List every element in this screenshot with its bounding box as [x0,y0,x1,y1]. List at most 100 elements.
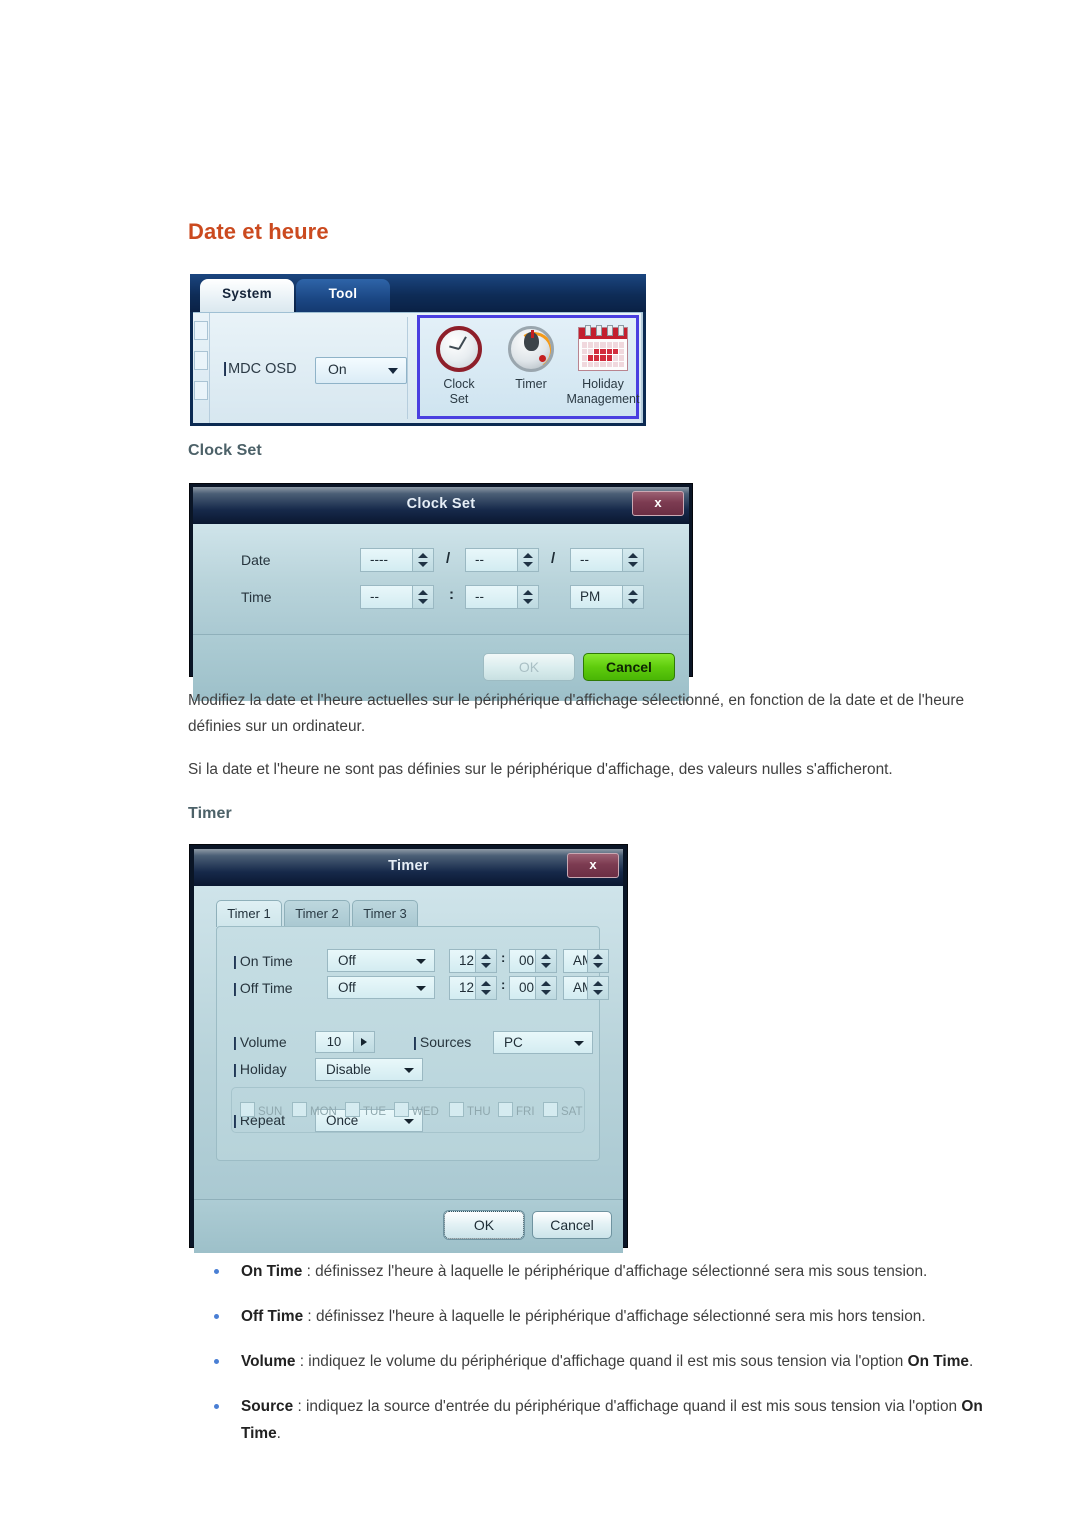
feature-bullet-list: On Time : définissez l'heure à laquelle … [188,1258,1008,1465]
close-icon[interactable]: x [632,491,684,516]
tab-timer-3[interactable]: Timer 3 [352,900,418,927]
off-time-minute-spinner[interactable]: 00 [509,976,557,1000]
checkbox-sat[interactable]: SAT [543,1102,583,1118]
system-tab-bar: System Tool [190,274,646,312]
date-day-spinner[interactable]: -- [570,548,644,572]
volume-label: | Volume [233,1034,287,1050]
on-time-label-text: On Time [239,953,293,969]
time-separator: : [449,586,454,603]
bullet-term: Source [241,1398,294,1415]
chevron-down-icon [388,368,398,374]
sources-dropdown[interactable]: PC [493,1031,593,1054]
clock-set-dialog: Clock Set x Date ---- / -- / -- Time -- … [190,484,692,701]
on-time-meridiem-stepper[interactable] [587,950,608,972]
off-time-minute-stepper[interactable] [535,977,556,999]
tab-timer-1[interactable]: Timer 1 [216,900,282,927]
calendar-icon [566,322,640,376]
timer-cancel-button[interactable]: Cancel [532,1211,612,1239]
date-day-value: -- [580,552,589,567]
date-month-stepper[interactable] [517,549,538,571]
holiday-label-line2: Management [566,392,640,406]
date-year-stepper[interactable] [412,549,433,571]
time-hour-spinner[interactable]: -- [360,585,434,609]
mdc-osd-dropdown[interactable]: On [315,357,407,384]
on-time-meridiem-spinner[interactable]: AM [563,949,609,973]
time-meridiem-stepper[interactable] [622,586,643,608]
bullet-term: Volume [241,1353,296,1370]
time-minute-stepper[interactable] [517,586,538,608]
section-title-clock-set: Clock Set [188,442,262,459]
bullet-tail: . [968,1353,974,1370]
paragraph-clock-description: Modifiez la date et l'heure actuelles su… [188,692,965,735]
off-time-minute-value: 00 [519,980,535,995]
on-time-minute-spinner[interactable]: 00 [509,949,557,973]
on-time-hour-spinner[interactable]: 12 [449,949,497,973]
timer-footer: OK Cancel [194,1199,623,1253]
checkbox-tue[interactable]: TUE [345,1102,386,1118]
checkbox-mon[interactable]: MON [292,1102,337,1118]
checkbox-tue-label: TUE [363,1106,386,1118]
tab-timer-2[interactable]: Timer 2 [284,900,350,927]
date-day-stepper[interactable] [622,549,643,571]
bullet-icon [214,1314,219,1319]
mdc-osd-value: On [328,361,347,377]
system-tab-body: |MDC OSD On Clock Set Timer Holiday Mana… [193,312,643,423]
date-row-label: Date [241,552,271,568]
sources-value: PC [504,1035,523,1050]
close-icon[interactable]: x [567,853,619,878]
volume-increase-button[interactable] [353,1032,374,1052]
checkbox-fri-label: FRI [516,1106,535,1118]
icon-button-clock-set[interactable]: Clock Set [424,322,494,406]
on-time-mode-dropdown[interactable]: Off [327,949,435,972]
time-hour-stepper[interactable] [412,586,433,608]
time-meridiem-spinner[interactable]: PM [570,585,644,609]
checkbox-box [345,1102,360,1117]
date-year-spinner[interactable]: ---- [360,548,434,572]
timer-titlebar: Timer x [194,849,623,886]
chevron-down-icon [416,959,426,964]
system-left-rail [193,313,210,423]
checkbox-thu[interactable]: THU [449,1102,491,1118]
checkbox-wed[interactable]: WED [394,1102,439,1118]
volume-label-text: Volume [239,1034,287,1050]
off-time-hour-stepper[interactable] [475,977,496,999]
off-time-mode-dropdown[interactable]: Off [327,976,435,999]
on-time-separator: : [501,950,506,965]
checkbox-sun[interactable]: SUN [240,1102,282,1118]
icon-button-timer[interactable]: Timer [496,322,566,391]
tab-tool[interactable]: Tool [296,279,390,312]
timer-dialog: Timer x Timer 1 Timer 2 Timer 3 | On Time… [190,845,627,1253]
document-page: Date et heure System Tool |MDC OSD On Cl… [0,0,1080,1527]
off-time-hour-spinner[interactable]: 12 [449,976,497,1000]
on-time-minute-stepper[interactable] [535,950,556,972]
volume-value: 10 [326,1034,342,1049]
icon-button-holiday-management[interactable]: Holiday Management [566,322,640,406]
timer-ok-button[interactable]: OK [443,1210,525,1240]
holiday-label: | Holiday [233,1061,287,1077]
list-item: Source : indiquez la source d'entrée du … [188,1393,1008,1447]
time-minute-value: -- [475,589,484,604]
off-time-meridiem-spinner[interactable]: AM [563,976,609,1000]
holiday-dropdown[interactable]: Disable [315,1058,423,1081]
checkbox-fri[interactable]: FRI [498,1102,535,1118]
clock-cancel-button[interactable]: Cancel [583,653,675,681]
rail-stub-2 [194,351,208,370]
bullet-text: : définissez l'heure à laquelle le périp… [303,1308,926,1325]
chevron-down-icon [416,986,426,991]
section-title-timer: Timer [188,805,232,822]
tab-system[interactable]: System [200,279,294,312]
date-separator-2: / [551,550,556,567]
timer-body: Timer 1 Timer 2 Timer 3 | On Time Off 12 … [194,886,623,1199]
off-time-meridiem-stepper[interactable] [587,977,608,999]
clock-set-dialog-title: Clock Set [406,496,476,512]
on-time-hour-stepper[interactable] [475,950,496,972]
date-month-spinner[interactable]: -- [465,548,539,572]
clock-ok-button[interactable]: OK [483,653,575,681]
off-time-label: | Off Time [233,980,293,996]
mdc-osd-label-text: MDC OSD [228,361,297,377]
bullet-icon [214,1404,219,1409]
off-time-mode-value: Off [338,980,356,995]
timer-1-panel: | On Time Off 12 : 00 AM | Off Time Off … [216,926,609,1161]
time-minute-spinner[interactable]: -- [465,585,539,609]
volume-stepper[interactable]: 10 [315,1031,375,1053]
